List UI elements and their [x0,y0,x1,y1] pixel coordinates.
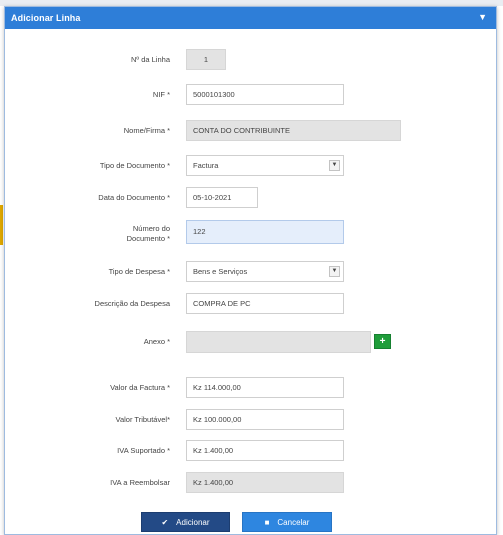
line-number-label: Nº da Linha [130,55,170,64]
chevron-down-icon[interactable]: ▼ [478,12,487,22]
name-field: CONTA DO CONTRIBUINTE [186,120,401,141]
nif-label: NIF * [152,90,170,99]
doc-date-label: Data do Documento * [98,193,170,202]
taxable-value-input[interactable]: Kz 100.000,00 [186,409,344,430]
attachment-field[interactable] [186,331,371,353]
chevron-down-icon[interactable]: ▼ [329,160,340,171]
taxable-value-label: Valor Tributável* [115,415,170,424]
doc-number-input[interactable]: 122 [186,220,344,244]
attachment-label: Anexo * [143,337,170,346]
check-icon: ✔ [161,518,169,527]
cancel-button[interactable]: ■ Cancelar [242,512,332,532]
plus-icon[interactable]: + [374,334,391,349]
line-number-field: 1 [186,49,226,70]
iva-supported-label: IVA Suportado * [117,446,170,455]
name-label: Nome/Firma * [123,126,170,135]
doc-number-label: Número do Documento * [126,224,170,243]
iva-refund-field: Kz 1.400,00 [186,472,344,493]
expense-desc-label: Descrição da Despesa [94,299,170,308]
expense-desc-input[interactable]: COMPRA DE PC [186,293,344,314]
expense-type-value: Bens e Serviços [193,267,248,276]
square-icon: ■ [264,518,270,527]
dialog-titlebar: Adicionar Linha ▼ [5,7,496,29]
doc-date-input[interactable]: 05-10-2021 [186,187,258,208]
invoice-value-label: Valor da Factura * [110,383,170,392]
add-line-dialog: Adicionar Linha ▼ Nº da Linha 1 NIF * 50… [4,6,497,535]
add-button-label: Adicionar [176,518,210,527]
doc-type-select[interactable]: Factura ▼ [186,155,344,176]
iva-supported-input[interactable]: Kz 1.400,00 [186,440,344,461]
page-side-accent [0,205,3,245]
add-button[interactable]: ✔ Adicionar [141,512,230,532]
doc-type-value: Factura [193,161,219,170]
expense-type-label: Tipo de Despesa * [108,267,170,276]
nif-input[interactable]: 5000101300 [186,84,344,105]
dialog-title: Adicionar Linha [11,13,81,23]
expense-type-select[interactable]: Bens e Serviços ▼ [186,261,344,282]
cancel-button-label: Cancelar [277,518,310,527]
invoice-value-input[interactable]: Kz 114.000,00 [186,377,344,398]
chevron-down-icon[interactable]: ▼ [329,266,340,277]
iva-refund-label: IVA a Reembolsar [110,478,170,487]
doc-type-label: Tipo de Documento * [99,161,170,170]
